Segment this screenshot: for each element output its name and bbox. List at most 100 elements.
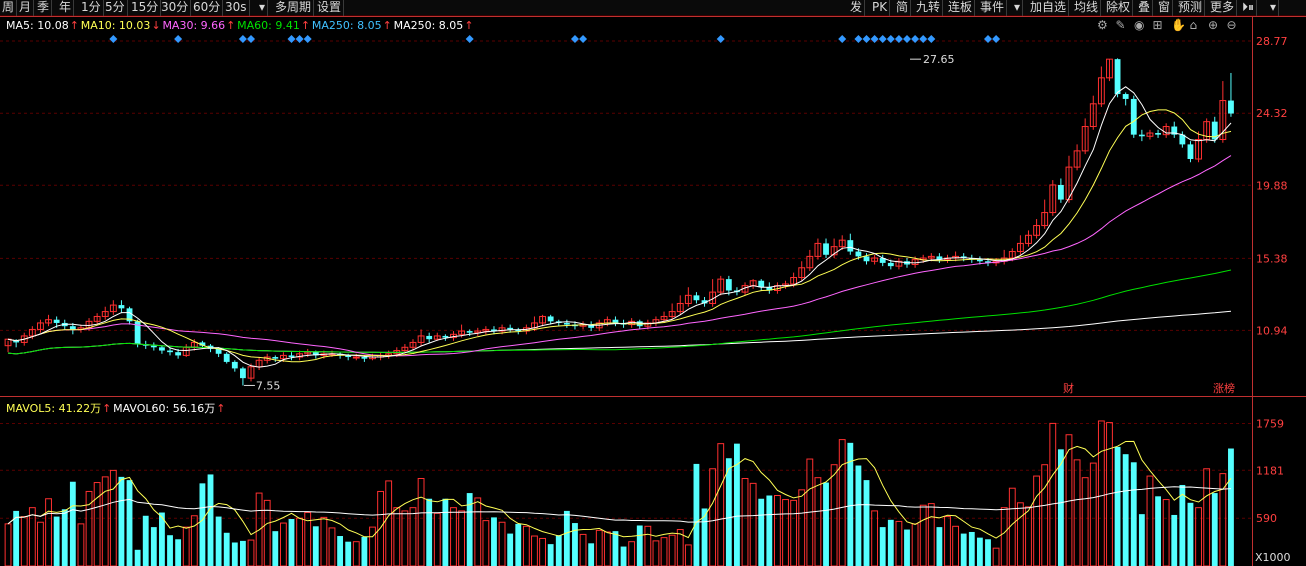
volume-bar [1187,502,1194,566]
volume-bar [4,523,12,566]
zoom-in-icon[interactable]: ⊕ [1208,18,1218,32]
volume-bar [409,507,417,566]
signal-diamond [992,35,1001,43]
candle-body [118,305,125,309]
volume-bar [345,541,352,566]
volume-bar [239,540,246,566]
volume-bar [1122,454,1129,566]
volume-bar [660,537,668,566]
signal-diamond [287,35,296,43]
volume-bar [482,520,490,566]
volume-bar [547,544,554,566]
volume-bar [944,516,951,566]
volume-bar [911,523,919,566]
candle-body [426,335,433,340]
signal-diamond [838,35,847,43]
ma-legend-5: MA250: 8.05 [394,19,464,32]
signal-diamond [878,35,887,43]
volume-bar [790,499,798,566]
volume-bar [417,477,425,566]
price-tick-label: 24.32 [1256,107,1288,120]
volume-bar [693,463,700,566]
volume-bar [644,525,652,566]
ma-legend-3: MA60: 9.41 [237,19,300,32]
signal-diamond [570,35,579,43]
volume-bar [603,531,611,566]
volume-bar [1146,475,1154,566]
volume-bar [247,539,255,566]
candle-body [175,352,182,356]
volume-bar [628,541,636,566]
volume-bar [118,476,125,566]
volume-bar [1171,514,1178,566]
ma60-line [7,269,1232,355]
signal-diamond [579,35,588,43]
candle-body [352,356,360,359]
signal-diamond [247,35,256,43]
volume-bar [668,534,676,566]
volume-bar [167,535,173,566]
candle-body [69,326,76,330]
ma-legend-arrow-2: ↑ [226,19,235,32]
volume-bar [936,527,943,566]
volume-bar [150,527,157,566]
volume-unit-label: X1000 [1255,551,1291,564]
volume-bar [952,525,960,566]
volume-bar [142,515,149,566]
volume-bar [175,539,182,566]
volume-bar [1025,506,1032,566]
volume-bar [93,482,101,566]
volume-bar [1114,446,1121,566]
signal-diamond [903,35,912,43]
candle-body [1114,59,1121,95]
candle-body [725,279,732,291]
settings-icon[interactable]: ⚙ [1097,18,1108,32]
candle-body [863,256,870,262]
high-price-label: 27.65 [923,53,955,66]
candle-body [563,322,570,325]
volume-bar [1219,473,1227,566]
volume-tick-label: 1759 [1256,417,1284,430]
price-tick-label: 10.94 [1256,324,1288,337]
volume-bar [393,507,401,566]
volume-bar [595,529,603,566]
pen-icon[interactable]: ✎ [1116,18,1126,32]
candle-body [887,262,894,267]
volume-bar [515,523,522,566]
eye-icon[interactable]: ◉ [1134,18,1144,32]
volume-bar [474,497,482,566]
volume-bar [588,543,595,566]
zoom-out-icon[interactable]: ⊖ [1227,18,1237,32]
lock-icon[interactable]: ⌂ [1190,18,1198,32]
ma5-line [7,86,1232,368]
candle-body [361,357,368,359]
volume-bar [199,483,206,566]
volume-bar [823,482,829,566]
bag-icon[interactable]: ⊞ [1153,18,1163,32]
volume-bar [838,439,846,566]
volume-bar [701,508,708,566]
volume-bar [296,517,304,566]
ma-legend-arrow-0: ↑ [70,19,79,32]
signal-diamond [238,35,247,43]
volume-bar [1195,507,1202,566]
volume-bar [491,517,497,566]
hand-icon[interactable]: ✋ [1171,18,1186,32]
signal-diamond [174,35,183,43]
volume-bar [458,510,465,566]
volume-bar [1162,499,1170,566]
zhangbang-marker: 涨榜 [1213,381,1235,395]
volume-bar [531,535,538,566]
volume-bar [1033,475,1040,566]
volume-bar [709,468,717,566]
volume-bar [798,489,806,566]
candle-body [272,357,279,359]
signal-diamond [109,35,118,43]
volume-bar [207,474,214,566]
volume-bar [312,526,319,566]
volume-bar [369,526,376,566]
volume-bar [684,544,692,566]
candle-body [1122,94,1129,99]
volume-bar [426,498,433,566]
candle-body [150,345,157,348]
